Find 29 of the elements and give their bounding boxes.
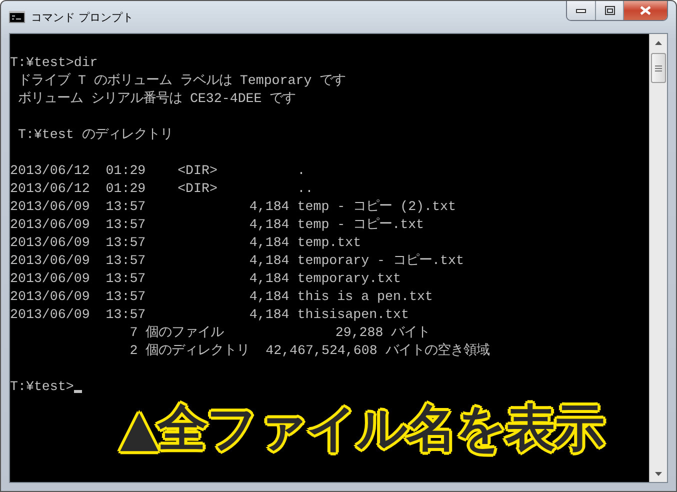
console-line: 2013/06/09 13:57 4,184 thisisapen.txt — [10, 306, 409, 324]
scroll-up-icon[interactable] — [655, 40, 662, 44]
console-line: T:¥test>dir — [10, 54, 98, 72]
console-line: 2013/06/09 13:57 4,184 temp.txt — [10, 234, 362, 252]
console-line: ドライブ T のボリューム ラベルは Temporary です — [16, 72, 346, 90]
console-line: 2013/06/09 13:57 4,184 temporary.txt — [10, 270, 401, 288]
close-icon — [640, 6, 651, 15]
minimize-button[interactable] — [567, 1, 595, 20]
console-app-icon — [9, 11, 25, 23]
maximize-icon — [604, 6, 614, 15]
console-line: T:¥test のディレクトリ — [16, 126, 173, 144]
close-button[interactable] — [623, 1, 667, 20]
scroll-down-icon[interactable] — [655, 472, 662, 476]
minimize-icon — [576, 8, 586, 12]
console-line: 2013/06/12 01:29 <DIR> . — [10, 162, 306, 180]
console-line: 2013/06/09 13:57 4,184 temp - コピー (2).txt — [10, 198, 456, 216]
caption-overlay: ▲全ファイル名を表示 — [120, 398, 604, 459]
console-line: 2013/06/09 13:57 4,184 temporary - コピー.txt — [10, 252, 464, 270]
scrollbar[interactable] — [649, 34, 667, 482]
scroll-thumb[interactable] — [651, 53, 666, 83]
console-line: 2013/06/09 13:57 4,184 temp - コピー.txt — [10, 216, 424, 234]
console-line: 2013/06/09 13:57 4,184 this is a pen.txt — [10, 288, 433, 306]
command-prompt: T:¥test> — [10, 378, 74, 396]
console-line: 7 個のファイル 29,288 バイト — [128, 324, 430, 342]
console-line: 2 個のディレクトリ 42,467,524,608 バイトの空き領域 — [128, 342, 490, 360]
window-title: コマンド プロンプト — [31, 10, 134, 24]
maximize-button[interactable] — [595, 1, 623, 20]
console-line: ボリューム シリアル番号は CE32-4DEE です — [16, 90, 296, 108]
console-line: 2013/06/12 01:29 <DIR> .. — [10, 180, 314, 198]
